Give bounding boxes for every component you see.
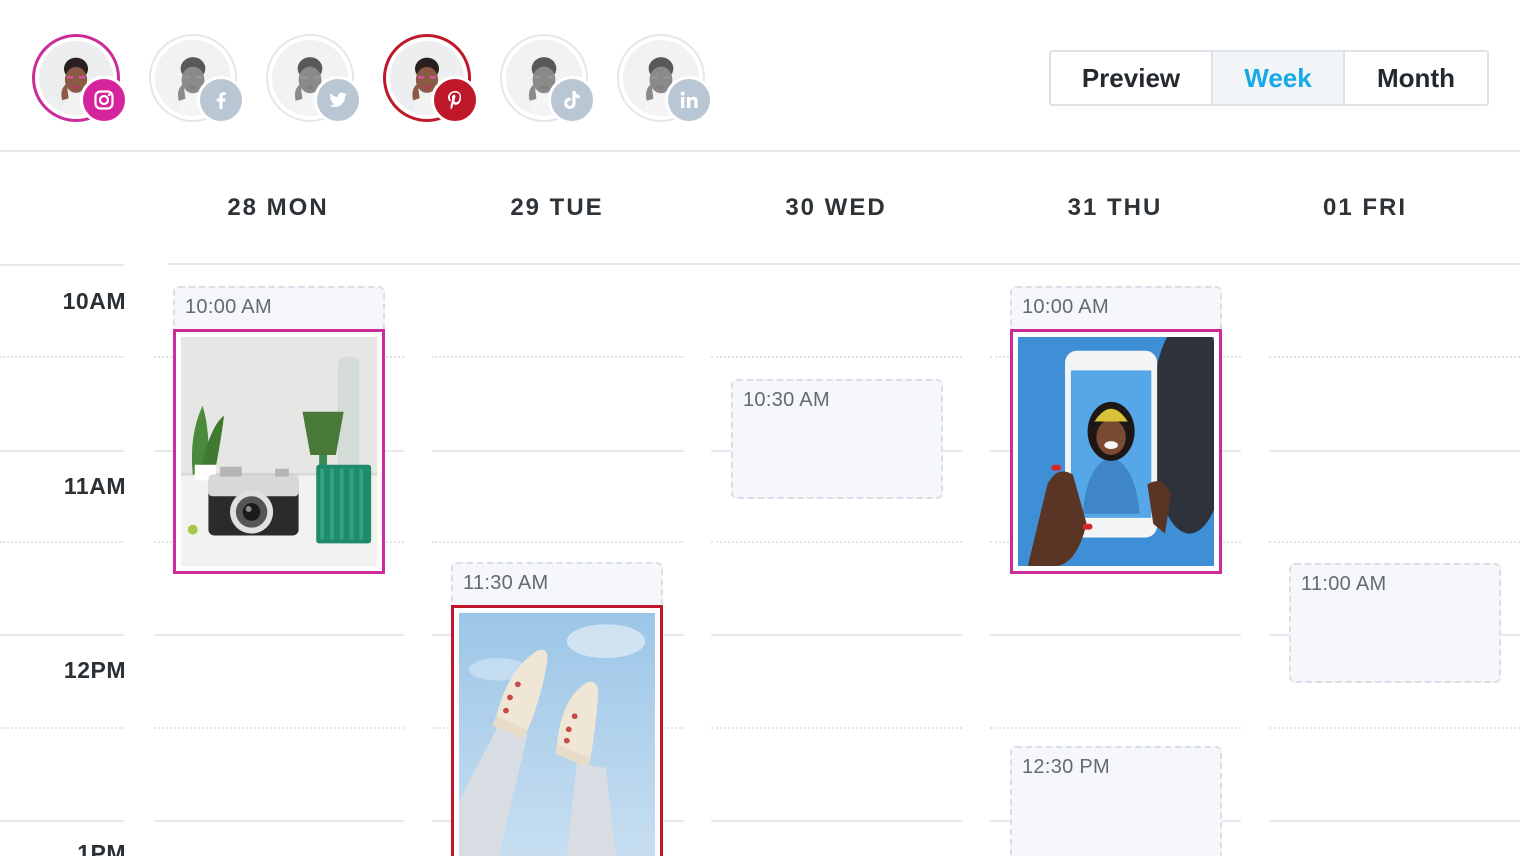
tab-preview[interactable]: Preview <box>1051 52 1213 104</box>
hour-grid-line <box>0 820 124 822</box>
slot-time-label: 10:30 AM <box>743 389 830 411</box>
profile-pinterest[interactable] <box>383 34 479 124</box>
time-slot-fri-1100[interactable]: 11:00 AM <box>1289 563 1501 683</box>
hour-grid-line <box>711 820 962 822</box>
tab-month[interactable]: Month <box>1345 52 1487 104</box>
half-hour-grid-line <box>711 727 962 729</box>
slot-time-label: 10:00 AM <box>185 296 272 318</box>
slot-time-label: 11:00 AM <box>1301 573 1387 595</box>
half-hour-grid-line <box>0 356 124 358</box>
tab-week[interactable]: Week <box>1213 52 1345 104</box>
hour-label-11am: 11AM <box>63 473 126 499</box>
phone-selfie-photo <box>1018 337 1214 566</box>
hour-grid-line <box>154 634 404 636</box>
day-header-wed: 30 WED <box>785 194 887 221</box>
profile-tiktok[interactable] <box>500 34 596 124</box>
social-profiles-bar <box>0 0 760 150</box>
time-slot-wed-1030[interactable]: 10:30 AM <box>731 379 943 499</box>
half-hour-grid-line <box>1269 727 1520 729</box>
scheduled-post-pinterest[interactable] <box>451 605 663 856</box>
slot-time-label: 12:30 PM <box>1022 756 1111 778</box>
hour-grid-line <box>0 264 124 266</box>
half-hour-grid-line <box>1269 541 1520 543</box>
hour-grid-line <box>0 634 124 636</box>
hour-grid-line <box>154 820 404 822</box>
day-header-mon: 28 MON <box>227 194 329 221</box>
scheduled-post-instagram[interactable] <box>173 329 385 574</box>
hour-label-10am: 10AM <box>62 288 126 314</box>
half-hour-grid-line <box>0 541 124 543</box>
half-hour-grid-line <box>432 541 684 543</box>
time-slot-tue-1130[interactable]: 11:30 AM <box>451 562 663 608</box>
half-hour-grid-line <box>1269 356 1520 358</box>
hour-grid-line <box>990 634 1241 636</box>
profile-linkedin[interactable] <box>617 34 713 124</box>
time-slot-thu-1000[interactable]: 10:00 AM <box>1010 286 1222 332</box>
hour-grid-line <box>711 634 962 636</box>
half-hour-grid-line <box>0 727 124 729</box>
time-slot-thu-1230[interactable]: 12:30 PM <box>1010 746 1222 856</box>
linkedin-icon <box>665 76 713 124</box>
day-header-divider <box>168 263 1520 265</box>
pinterest-icon <box>431 76 479 124</box>
day-header-thu: 31 THU <box>1067 194 1163 221</box>
sneakers-in-sky-photo <box>459 613 655 856</box>
camera-and-green-drink-photo <box>181 337 377 566</box>
slot-time-label: 10:00 AM <box>1022 296 1109 318</box>
slot-time-label: 11:30 AM <box>463 572 549 594</box>
instagram-icon <box>80 76 128 124</box>
scheduled-post-instagram[interactable] <box>1010 329 1222 574</box>
view-toggle: Preview Week Month <box>1049 50 1489 106</box>
day-header-fri: 01 FRI <box>1322 194 1408 221</box>
half-hour-grid-line <box>154 727 404 729</box>
hour-label-1pm: 1PM <box>77 840 126 856</box>
tiktok-icon <box>548 76 596 124</box>
hour-grid-line <box>1269 820 1520 822</box>
hour-grid-line <box>432 450 684 452</box>
hour-label-12pm: 12PM <box>63 657 126 683</box>
hour-grid-line <box>1269 450 1520 452</box>
half-hour-grid-line <box>711 541 962 543</box>
half-hour-grid-line <box>432 356 684 358</box>
profile-twitter[interactable] <box>266 34 362 124</box>
half-hour-grid-line <box>711 356 962 358</box>
header-divider <box>0 150 1520 152</box>
hour-grid-line <box>0 450 124 452</box>
profile-instagram[interactable] <box>32 34 128 124</box>
facebook-icon <box>197 76 245 124</box>
day-header-tue: 29 TUE <box>510 194 604 221</box>
half-hour-grid-line <box>990 727 1241 729</box>
profile-facebook[interactable] <box>149 34 245 124</box>
twitter-icon <box>314 76 362 124</box>
time-slot-mon-1000[interactable]: 10:00 AM <box>173 286 385 332</box>
